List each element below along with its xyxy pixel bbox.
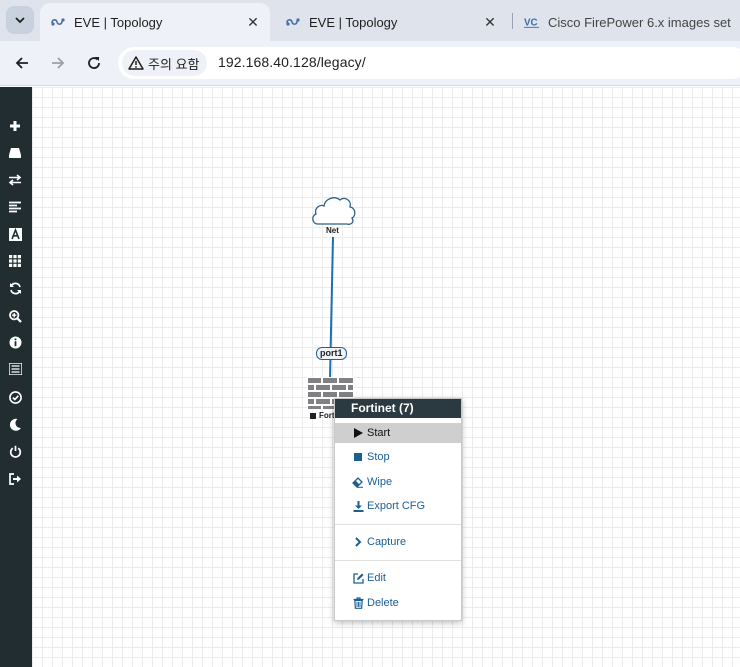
url-text[interactable]: 192.168.40.128/legacy/ (218, 54, 366, 70)
context-menu-title: Fortinet (7) (335, 399, 461, 418)
browser-address-bar: 주의 요함 192.168.40.128/legacy/ (0, 41, 740, 86)
omnibox[interactable]: 주의 요함 192.168.40.128/legacy/ (118, 47, 740, 79)
menu-item-stop[interactable]: Stop (335, 447, 461, 467)
arrow-left-icon (15, 57, 28, 69)
tab-cisco-firepower[interactable]: VC Cisco FirePower 6.x images set (514, 3, 740, 41)
menu-item-capture[interactable]: Capture (335, 532, 461, 552)
eve-sidebar (0, 87, 32, 667)
menu-divider (335, 560, 461, 561)
logout-icon (9, 473, 21, 485)
port-label: port1 (316, 347, 347, 360)
back-button[interactable] (9, 50, 35, 76)
play-icon (352, 427, 364, 439)
tab-separator (512, 13, 513, 29)
align-left-icon (9, 201, 21, 213)
menu-item-label: Start (367, 427, 391, 439)
refresh-button[interactable] (6, 279, 24, 297)
nodes-button[interactable] (6, 144, 24, 162)
cloud-icon (312, 197, 356, 225)
hdd-icon (9, 148, 21, 158)
startup-configs-button[interactable] (6, 198, 24, 216)
menu-item-label: Delete (367, 597, 399, 609)
arrow-right-icon (52, 57, 65, 69)
security-warning-chip[interactable]: 주의 요함 (122, 50, 208, 76)
download-icon (352, 500, 364, 512)
tab-close-icon[interactable]: ✕ (481, 13, 499, 31)
tab-title: EVE | Topology (74, 14, 163, 30)
list-icon (8, 363, 22, 375)
warning-icon (128, 56, 144, 70)
tab-close-icon[interactable]: ✕ (244, 13, 262, 31)
moon-icon (9, 418, 21, 431)
menu-item-export-cfg[interactable]: Export CFG (335, 496, 461, 516)
status-info-button[interactable] (6, 333, 24, 351)
vc-favicon-icon: VC (524, 14, 540, 30)
menu-item-label: Export CFG (367, 500, 426, 512)
tab-eve-topology-2[interactable]: EVE | Topology ✕ (275, 3, 507, 41)
menu-item-label: Stop (367, 451, 390, 463)
tab-title: Cisco FirePower 6.x images set (548, 14, 731, 30)
node-context-menu: Fortinet (7) Start Stop Wipe Export CFG … (334, 398, 462, 621)
forward-button[interactable] (45, 50, 71, 76)
menu-item-edit[interactable]: Edit (335, 568, 461, 588)
menu-item-label: Edit (367, 572, 386, 584)
check-circle-icon (8, 390, 22, 404)
topology-grid-button[interactable] (6, 252, 24, 270)
menu-item-label: Capture (367, 536, 407, 548)
close-lab-button[interactable] (6, 442, 24, 460)
menu-item-start[interactable]: Start (335, 423, 461, 443)
security-chip-label: 주의 요함 (148, 56, 200, 72)
zoom-button[interactable] (6, 307, 24, 325)
stop-icon (352, 451, 364, 463)
plus-icon (10, 121, 20, 131)
reload-icon (88, 57, 100, 69)
lab-details-button[interactable] (6, 360, 24, 378)
cloud-network-node[interactable] (310, 194, 356, 228)
exchange-icon (8, 174, 22, 186)
cloud-node-label: Net (326, 226, 339, 235)
menu-divider (335, 524, 461, 525)
logout-button[interactable] (6, 470, 24, 488)
info-icon (9, 336, 21, 348)
grid-icon (9, 255, 21, 267)
eve-favicon-icon (285, 14, 301, 30)
tab-title: EVE | Topology (309, 14, 398, 30)
dark-mode-button[interactable] (6, 415, 24, 433)
reload-button[interactable] (81, 50, 107, 76)
chevron-right-icon (352, 536, 364, 548)
lock-lab-button[interactable] (6, 388, 24, 406)
eraser-icon (352, 476, 364, 488)
menu-item-wipe[interactable]: Wipe (335, 472, 461, 492)
eve-favicon-icon (50, 14, 66, 30)
tab-eve-topology-1[interactable]: EVE | Topology ✕ (40, 3, 270, 41)
text-objects-button[interactable] (6, 225, 24, 243)
browser-tab-bar: EVE | Topology ✕ EVE | Topology ✕ VC Cis… (0, 0, 740, 41)
add-object-button[interactable] (6, 117, 24, 135)
power-icon (9, 445, 21, 458)
trash-icon (352, 597, 364, 609)
chevron-down-icon (15, 17, 25, 24)
refresh-icon (9, 282, 21, 294)
fortinet-node-label: Forti (319, 411, 335, 420)
zoom-in-icon (8, 309, 22, 323)
networks-button[interactable] (6, 171, 24, 189)
tab-search-button[interactable] (6, 6, 34, 34)
font-icon (8, 227, 22, 241)
menu-item-delete[interactable]: Delete (335, 593, 461, 613)
menu-item-label: Wipe (367, 476, 393, 488)
node-status-indicator (310, 413, 316, 419)
edit-icon (352, 572, 364, 584)
